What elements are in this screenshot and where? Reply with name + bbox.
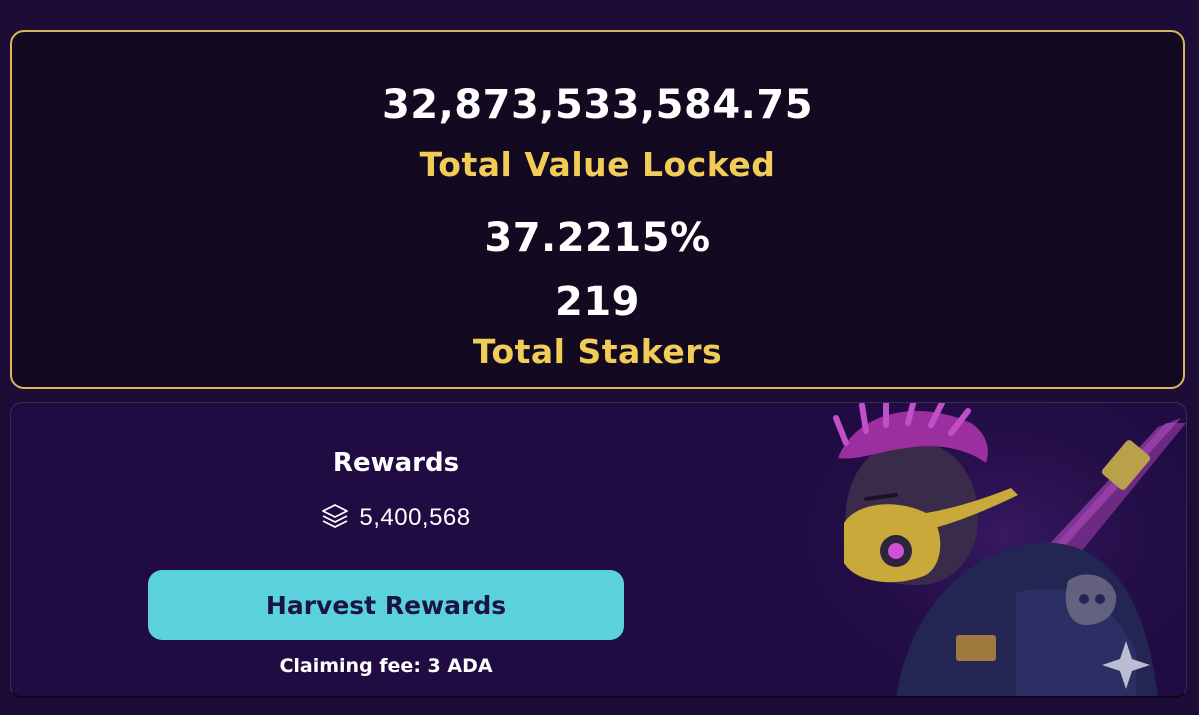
total-value-locked-label: Total Value Locked [419, 145, 776, 184]
rewards-amount-row: 5,400,568 [11, 503, 781, 533]
stats-panel: 32,873,533,584.75 Total Value Locked 37.… [10, 30, 1185, 389]
layers-icon [321, 503, 349, 533]
harvest-rewards-button[interactable]: Harvest Rewards [148, 570, 624, 640]
total-stakers-value: 219 [555, 279, 640, 325]
rewards-amount: 5,400,568 [359, 504, 471, 531]
apr-value: 37.2215% [484, 215, 711, 261]
claiming-fee-text: Claiming fee: 3 ADA [279, 655, 493, 677]
rewards-panel: Rewards 5,400,568 Harvest Rewards Claimi… [10, 402, 1187, 698]
character-illustration [786, 403, 1186, 696]
total-value-locked-value: 32,873,533,584.75 [381, 82, 814, 128]
total-stakers-label: Total Stakers [472, 332, 723, 371]
rewards-title: Rewards [332, 448, 460, 478]
